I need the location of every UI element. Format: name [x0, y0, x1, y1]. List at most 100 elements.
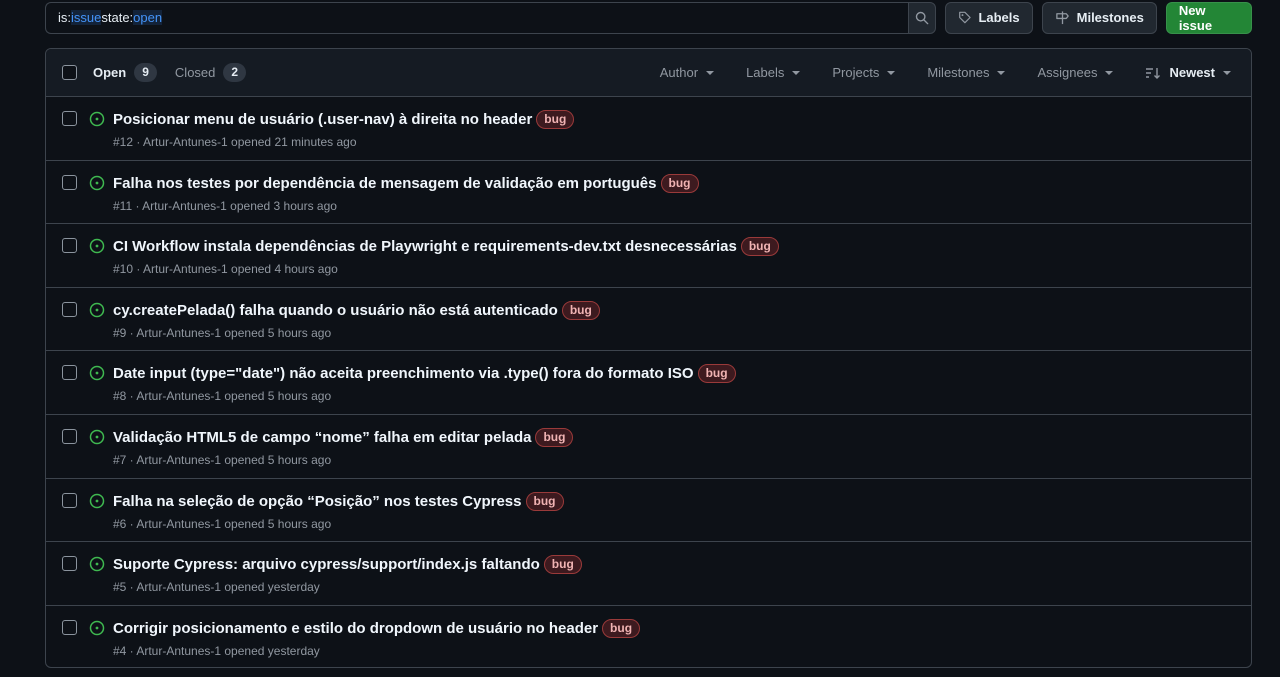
chevron-down-icon	[792, 70, 801, 75]
open-count-badge: 9	[134, 63, 157, 82]
issues-list-header: Open 9 Closed 2 Author Labels Projects M…	[46, 49, 1251, 97]
issue-body: Falha nos testes por dependência de mens…	[113, 173, 699, 213]
issue-checkbox[interactable]	[62, 111, 77, 126]
issue-meta: #4 · Artur-Antunes-1 opened yesterday	[113, 643, 320, 658]
issue-title-link[interactable]: cy.createPelada() falha quando o usuário…	[113, 302, 558, 319]
issue-checkbox[interactable]	[62, 556, 77, 572]
issue-opened-icon	[89, 620, 105, 635]
closed-issues-tab[interactable]: Closed 2	[174, 63, 247, 82]
select-all-checkbox[interactable]	[62, 65, 77, 80]
issue-body: CI Workflow instala dependências de Play…	[113, 237, 779, 276]
labels-filter[interactable]: Labels	[746, 65, 801, 80]
issue-opened-icon	[89, 175, 105, 190]
milestones-filter-label: Milestones	[927, 65, 990, 80]
search-button[interactable]	[908, 1, 936, 34]
issue-opened-icon	[89, 111, 105, 127]
chevron-down-icon	[706, 70, 715, 75]
issue-title-link[interactable]: Date input (type="date") não aceita pree…	[113, 365, 694, 382]
search-input[interactable]: is: issue state: open	[45, 1, 909, 34]
milestones-button[interactable]: Milestones	[1041, 1, 1157, 34]
issue-title-link[interactable]: Posicionar menu de usuário (.user-nav) à…	[113, 111, 532, 128]
issue-title-link[interactable]: Corrigir posicionamento e estilo do drop…	[113, 620, 598, 637]
tag-icon	[958, 11, 971, 24]
issue-meta: #8 · Artur-Antunes-1 opened 5 hours ago	[113, 389, 332, 404]
issue-meta: #9 · Artur-Antunes-1 opened 5 hours ago	[113, 325, 332, 340]
issue-title-line: Validação HTML5 de campo “nome” falha em…	[113, 427, 574, 447]
projects-filter[interactable]: Projects	[832, 65, 896, 80]
assignees-filter[interactable]: Assignees	[1037, 65, 1114, 80]
issue-title-line: Posicionar menu de usuário (.user-nav) à…	[113, 110, 575, 129]
issue-row: Falha na seleção de opção “Posição” nos …	[46, 479, 1251, 543]
author-filter[interactable]: Author	[659, 65, 715, 80]
closed-label: Closed	[174, 65, 216, 80]
bug-label[interactable]: bug	[536, 110, 575, 129]
issue-title-link[interactable]: CI Workflow instala dependências de Play…	[113, 238, 737, 255]
author-filter-label: Author	[659, 65, 699, 80]
sort-desc-icon	[1146, 67, 1161, 79]
bug-label[interactable]: bug	[535, 427, 574, 447]
issues-list: Open 9 Closed 2 Author Labels Projects M…	[45, 48, 1252, 668]
issue-title-link[interactable]: Validação HTML5 de campo “nome” falha em…	[113, 429, 531, 446]
chevron-down-icon	[997, 70, 1006, 75]
bug-label[interactable]: bug	[602, 618, 641, 638]
issue-checkbox[interactable]	[62, 301, 77, 317]
bug-label[interactable]: bug	[543, 555, 582, 575]
labels-button[interactable]: Labels	[944, 1, 1033, 34]
bug-label[interactable]: bug	[697, 364, 736, 384]
issue-row: Date input (type="date") não aceita pree…	[46, 351, 1251, 415]
bug-label[interactable]: bug	[740, 237, 779, 257]
issue-meta: #7 · Artur-Antunes-1 opened 5 hours ago	[113, 452, 332, 467]
issue-meta: #6 · Artur-Antunes-1 opened 5 hours ago	[113, 516, 332, 531]
issue-body: cy.createPelada() falha quando o usuário…	[113, 300, 600, 340]
issue-opened-icon	[89, 302, 105, 318]
issues-toolbar: is: issue state: open Labels Milestones Ne…	[45, 0, 1252, 34]
new-issue-button-label: New issue	[1178, 2, 1213, 33]
open-issues-tab[interactable]: Open 9	[93, 63, 157, 82]
issue-body: Validação HTML5 de campo “nome” falha em…	[113, 427, 574, 467]
issue-title-line: Corrigir posicionamento e estilo do drop…	[113, 618, 641, 638]
issue-title-line: CI Workflow instala dependências de Play…	[113, 237, 779, 257]
sort-label: Newest	[1169, 65, 1215, 80]
issue-opened-icon	[89, 556, 105, 572]
issue-rows: Posicionar menu de usuário (.user-nav) à…	[46, 97, 1251, 667]
assignees-filter-label: Assignees	[1037, 65, 1098, 80]
issue-title-line: Date input (type="date") não aceita pree…	[113, 364, 736, 384]
issue-body: Corrigir posicionamento e estilo do drop…	[113, 618, 641, 658]
issue-checkbox[interactable]	[62, 492, 77, 508]
labels-filter-label: Labels	[746, 65, 785, 80]
milestones-filter[interactable]: Milestones	[927, 65, 1006, 80]
bug-label[interactable]: bug	[660, 173, 699, 193]
labels-button-label: Labels	[978, 10, 1020, 25]
projects-filter-label: Projects	[832, 65, 880, 80]
issue-row: Suporte Cypress: arquivo cypress/support…	[46, 542, 1251, 606]
issue-opened-icon	[89, 238, 105, 254]
issue-opened-icon	[89, 493, 105, 508]
search-token-value: issue	[71, 10, 102, 25]
issue-title-link[interactable]: Falha na seleção de opção “Posição” nos …	[113, 493, 522, 510]
issue-title-line: Falha na seleção de opção “Posição” nos …	[113, 491, 564, 511]
issue-checkbox[interactable]	[62, 619, 77, 635]
issue-body: Date input (type="date") não aceita pree…	[113, 364, 736, 403]
sort-dropdown[interactable]: Newest	[1145, 65, 1231, 80]
issue-title-link[interactable]: Suporte Cypress: arquivo cypress/support…	[113, 556, 540, 573]
issue-meta: #12 · Artur-Antunes-1 opened 21 minutes …	[113, 135, 357, 149]
search-token-value: open	[133, 10, 163, 25]
issue-checkbox[interactable]	[62, 238, 77, 254]
chevron-down-icon	[887, 70, 896, 75]
issue-checkbox[interactable]	[62, 174, 77, 190]
bug-label[interactable]: bug	[525, 491, 564, 511]
issue-meta: #10 · Artur-Antunes-1 opened 4 hours ago	[113, 262, 338, 277]
issue-title-link[interactable]: Falha nos testes por dependência de mens…	[113, 175, 657, 192]
issue-body: Falha na seleção de opção “Posição” nos …	[113, 491, 564, 531]
issue-opened-icon	[89, 429, 105, 445]
issue-checkbox[interactable]	[62, 365, 77, 381]
bug-label[interactable]: bug	[561, 300, 600, 320]
search-icon	[915, 11, 929, 24]
issue-title-line: Suporte Cypress: arquivo cypress/support…	[113, 555, 582, 575]
issue-checkbox[interactable]	[62, 428, 77, 444]
issue-row: CI Workflow instala dependências de Play…	[46, 224, 1251, 288]
closed-count-badge: 2	[223, 63, 247, 82]
open-label: Open	[93, 65, 127, 80]
chevron-down-icon	[1105, 70, 1114, 75]
new-issue-button[interactable]: New issue	[1165, 1, 1252, 34]
